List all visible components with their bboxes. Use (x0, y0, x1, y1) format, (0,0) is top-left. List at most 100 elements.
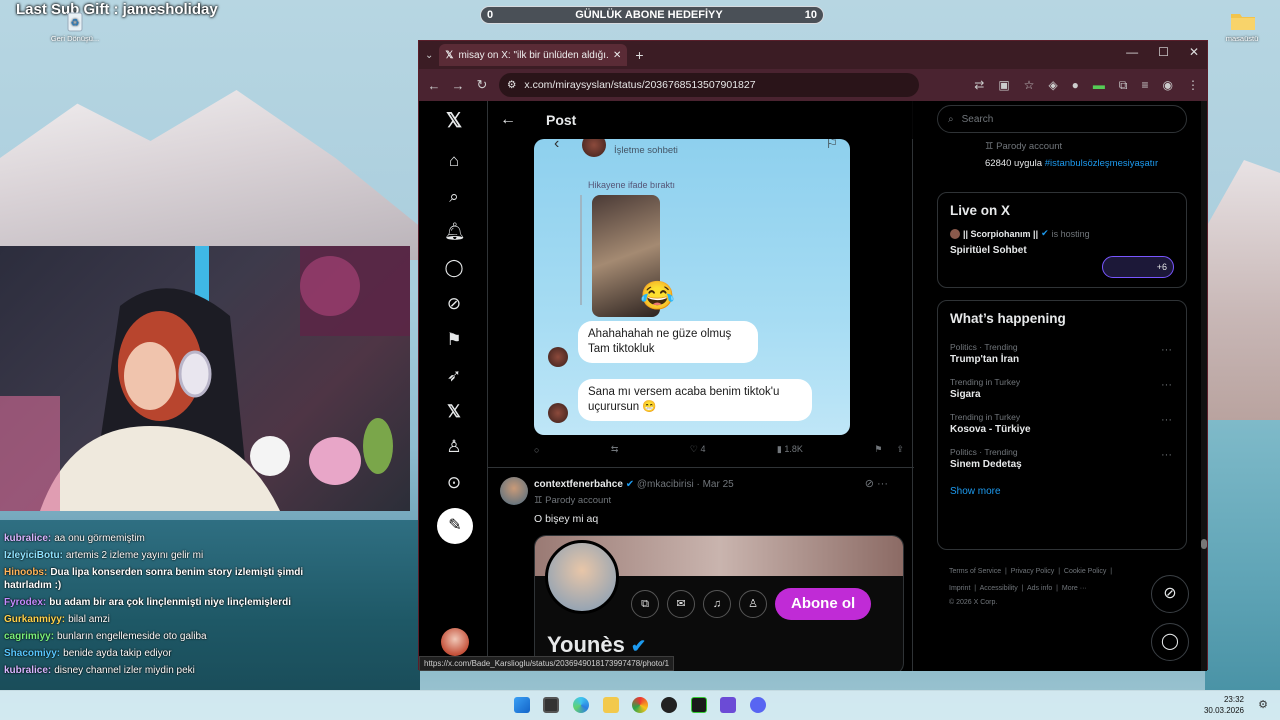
tweet-date[interactable]: · Mar 25 (696, 479, 733, 490)
footer-link[interactable]: Imprint (949, 585, 970, 592)
account-avatar[interactable] (441, 628, 469, 656)
trend-more-icon[interactable]: ··· (1161, 449, 1172, 461)
tab-close-icon[interactable]: ✕ (613, 50, 621, 61)
edge-icon[interactable] (573, 697, 589, 713)
minimize-icon[interactable]: — (1126, 45, 1138, 59)
trend-item[interactable]: Trending in Turkey Kosova - Türkiye ··· (938, 406, 1186, 441)
compose-post-button[interactable]: ✎ (437, 508, 473, 544)
grok-profile-icon: ⧉ (631, 590, 659, 618)
x-left-nav: 𝕏 ⌂ ⌕ 🔔︎ ◯ ⊘ ⚑ ➶ 𝕏 ♙ ⊙ ✎ (419, 101, 487, 671)
notification-icon[interactable]: ⚙ (1258, 698, 1268, 711)
obs-icon[interactable] (661, 697, 677, 713)
x-premium-icon[interactable]: 𝕏 (444, 402, 464, 422)
dm-screenshot-image[interactable]: ‹ İşletme sohbeti ⚐ Hikayene ifade bırak… (534, 139, 850, 435)
notifications-bell-icon[interactable]: 🔔︎ (444, 222, 466, 242)
wallpaper-mountain-right (1200, 160, 1280, 420)
tweet-media-image[interactable]: ⧉ ✉ ♫ ♙ Abone ol Younès ✔ (534, 535, 904, 671)
sidebar-parody-badge: ♊︎ Parody account (985, 141, 1062, 152)
chrome-icon[interactable] (632, 697, 648, 713)
live-listeners[interactable]: +6 (1102, 256, 1174, 278)
extension-icon[interactable]: ◈ (1048, 78, 1057, 93)
file-explorer-icon[interactable] (603, 697, 619, 713)
trend-more-icon[interactable]: ··· (1161, 414, 1172, 426)
translate-icon[interactable]: ⇄ (974, 78, 984, 93)
message-envelope-icon: ✉ (667, 590, 695, 618)
app-icon[interactable] (691, 697, 707, 713)
live-host-row[interactable]: || Scorpiohanım || ✔ is hosting (950, 228, 1174, 239)
extension-icon[interactable]: ▬ (1093, 78, 1105, 93)
x-search-input[interactable]: ⌕ Search (937, 105, 1187, 133)
new-tab-icon[interactable]: + (635, 47, 643, 63)
views-button[interactable]: ▮ 1.8K (777, 444, 803, 455)
footer-link[interactable]: More ··· (1062, 585, 1087, 592)
trend-item[interactable]: Politics · Trending Sinem Dedetaş ··· (938, 441, 1186, 476)
messages-floating-button[interactable]: ◯ (1151, 623, 1189, 661)
page-scrollbar[interactable] (1201, 101, 1207, 671)
dm-flag-icon: ⚐ (825, 139, 838, 151)
url-field[interactable]: ⚙ x.com/miraysyslan/status/2036768513507… (499, 73, 919, 97)
footer-link[interactable]: Ads info (1027, 585, 1052, 592)
header-back-icon[interactable]: ← (500, 111, 516, 129)
host-avatar (950, 228, 960, 239)
address-bar-row: ← → ↻ ⚙ x.com/miraysyslan/status/2036768… (419, 69, 1207, 101)
bookmark-icon[interactable]: ⚑ (874, 444, 882, 455)
tweet-author-name[interactable]: contextfenerbahce (534, 479, 623, 490)
footer-link[interactable]: Terms of Service (949, 568, 1001, 575)
trend-item[interactable]: Politics · Trending Trump'tan İran ··· (938, 336, 1186, 371)
hashtag-link[interactable]: #istanbulsözleşmesiyaşatır (1045, 158, 1159, 169)
messages-icon[interactable]: ◯ (444, 258, 464, 278)
trend-item[interactable]: Trending in Turkey Sigara ··· (938, 371, 1186, 406)
scrollbar-thumb[interactable] (1201, 539, 1207, 549)
footer-link[interactable]: Privacy Policy (1011, 568, 1055, 575)
search-icon[interactable]: ⌕ (444, 187, 464, 207)
profile-person-icon[interactable]: ♙ (444, 437, 464, 457)
tweet-more-button[interactable]: ⊘ ··· (865, 477, 888, 490)
reload-icon[interactable]: ↻ (475, 77, 489, 93)
extensions-puzzle-icon[interactable]: ⧉ (1119, 78, 1128, 93)
premium-rocket-icon[interactable]: ➶ (444, 366, 464, 386)
maximize-icon[interactable]: ☐ (1158, 45, 1169, 59)
app-icon[interactable] (720, 697, 736, 713)
extension-icon[interactable]: ● (1072, 78, 1079, 93)
heart-icon: ♡ (689, 444, 698, 454)
tweet-author-avatar[interactable] (500, 477, 528, 505)
discord-icon[interactable] (750, 697, 766, 713)
site-info-icon[interactable]: ⚙ (507, 79, 516, 91)
repost-icon[interactable]: ⇆ (611, 444, 619, 455)
tab-search-icon[interactable]: ⌄ (425, 50, 433, 61)
trend-more-icon[interactable]: ··· (1161, 379, 1172, 391)
live-space-title[interactable]: Spiritüel Sohbet (950, 245, 1174, 256)
reply-icon[interactable]: ○ (534, 445, 539, 455)
task-view-icon[interactable] (543, 697, 559, 713)
desktop-folder[interactable]: masaüstü (1217, 10, 1267, 43)
browser-tab-active[interactable]: 𝕏 misay on X: "ilk bir ünlüden aldığı...… (439, 44, 628, 66)
url-text: x.com/miraysyslan/status/203676851350790… (524, 79, 756, 91)
window-close-icon[interactable]: ✕ (1189, 45, 1199, 59)
grok-icon[interactable]: ⊘ (444, 294, 464, 314)
grok-floating-button[interactable]: ⊘ (1151, 575, 1189, 613)
media-icon[interactable]: ≡ (1142, 78, 1149, 93)
stream-chat: kubralice: aa onu görmemiştim IzleyiciBot… (0, 532, 418, 681)
like-button[interactable]: ♡ 4 (690, 444, 706, 455)
tweet-author-handle[interactable]: @mkacibirisi (637, 479, 694, 490)
start-windows-icon[interactable] (514, 697, 530, 713)
desktop-recycle-bin[interactable]: ♻ Geri Dönüşü... (50, 10, 100, 43)
show-more-link[interactable]: Show more (938, 476, 1186, 507)
share-icon[interactable]: ⇪ (896, 444, 904, 455)
home-icon[interactable]: ⌂ (444, 151, 464, 171)
footer-link[interactable]: Accessibility (980, 585, 1018, 592)
bookmark-star-icon[interactable]: ☆ (1024, 78, 1035, 93)
x-logo-icon[interactable]: 𝕏 (444, 111, 464, 131)
menu-kebab-icon[interactable]: ⋮ (1187, 78, 1199, 93)
bookmarks-icon[interactable]: ⚑ (444, 330, 464, 350)
forward-icon[interactable]: → (451, 78, 465, 93)
trend-more-icon[interactable]: ··· (1161, 344, 1172, 356)
more-circle-icon[interactable]: ⊙ (444, 473, 464, 493)
footer-link[interactable]: Cookie Policy (1064, 568, 1106, 575)
profile-icon[interactable]: ◉ (1163, 78, 1173, 93)
back-icon[interactable]: ← (427, 78, 441, 93)
cast-icon[interactable]: ▣ (998, 78, 1009, 93)
view-count: 1.8K (784, 444, 803, 454)
taskbar-clock[interactable]: 23:32 30.03.2026 (1204, 694, 1244, 716)
like-count: 4 (700, 444, 706, 454)
